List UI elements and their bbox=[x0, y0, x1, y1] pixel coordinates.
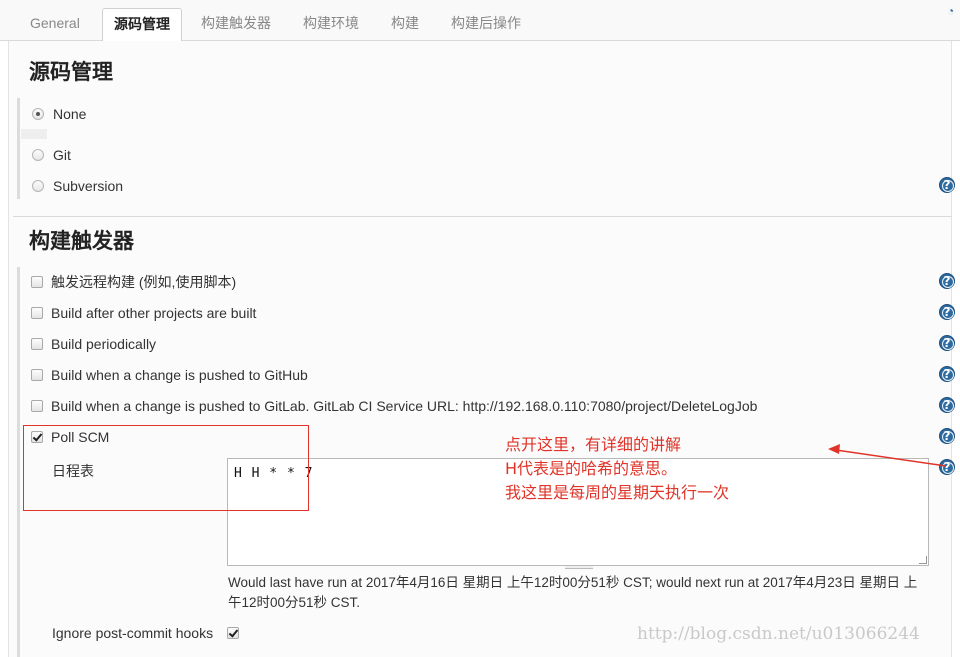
radio-none[interactable] bbox=[32, 108, 44, 120]
checkbox[interactable] bbox=[31, 400, 43, 412]
annotation-arrow bbox=[828, 444, 947, 467]
checkbox[interactable] bbox=[31, 369, 43, 381]
checkbox[interactable] bbox=[31, 276, 43, 288]
help-icon[interactable]: ? bbox=[939, 335, 955, 351]
schedule-run-info: Would last have run at 2017年4月16日 星期日 上午… bbox=[228, 575, 918, 610]
textarea-expand-handle[interactable] bbox=[565, 565, 593, 569]
trigger-github-push[interactable]: Build when a change is pushed to GitHub bbox=[31, 365, 308, 385]
ignore-post-commit-hooks[interactable]: Ignore post-commit hooks bbox=[52, 623, 247, 643]
section-divider bbox=[13, 216, 952, 217]
help-icon[interactable]: ? bbox=[939, 177, 955, 193]
help-icon[interactable]: ? bbox=[939, 397, 955, 413]
corner-icon: ◔ bbox=[947, 4, 955, 18]
tab-bar: General 源码管理 构建触发器 构建环境 构建 构建后操作 bbox=[0, 0, 960, 42]
annotation-highlight-box bbox=[23, 425, 309, 511]
scm-option-label: Subversion bbox=[53, 178, 124, 194]
build-triggers-title: 构建触发器 bbox=[29, 230, 134, 253]
help-icon[interactable]: ? bbox=[939, 273, 955, 289]
tab-build[interactable]: 构建 bbox=[380, 8, 430, 41]
radio-git[interactable] bbox=[32, 149, 44, 161]
trigger-label: Build after other projects are built bbox=[51, 305, 257, 321]
resize-handle[interactable] bbox=[919, 556, 927, 564]
annotation-line: H代表是的哈希的意思。 bbox=[505, 459, 678, 478]
checkbox[interactable] bbox=[31, 307, 43, 319]
annotation-line: 点开这里，有详细的讲解 bbox=[505, 435, 682, 454]
scm-option-label: None bbox=[53, 106, 87, 122]
scm-option-subversion[interactable]: Subversion bbox=[32, 176, 123, 196]
tab-build-environment[interactable]: 构建环境 bbox=[292, 8, 370, 41]
scm-option-separator bbox=[21, 129, 47, 139]
checkbox-checked[interactable] bbox=[227, 627, 240, 639]
help-icon[interactable]: ? bbox=[939, 366, 955, 382]
trigger-remote-build[interactable]: 触发远程构建 (例如,使用脚本) bbox=[31, 272, 236, 292]
triggers-left-bar bbox=[17, 267, 20, 657]
tab-build-triggers[interactable]: 构建触发器 bbox=[190, 8, 282, 41]
ignore-hooks-label: Ignore post-commit hooks bbox=[52, 625, 214, 641]
annotation-line: 我这里是每周的星期天执行一次 bbox=[505, 483, 730, 502]
scm-left-bar bbox=[17, 98, 20, 199]
tab-post-build-actions[interactable]: 构建后操作 bbox=[440, 8, 532, 41]
trigger-label: Build periodically bbox=[51, 336, 157, 352]
trigger-gitlab-push[interactable]: Build when a change is pushed to GitLab.… bbox=[31, 396, 757, 416]
tab-general[interactable]: General bbox=[19, 8, 91, 41]
trigger-label: 触发远程构建 (例如,使用脚本) bbox=[51, 274, 237, 290]
checkbox[interactable] bbox=[31, 338, 43, 350]
annotation-note: 点开这里，有详细的讲解 H代表是的哈希的意思。 我这里是每周的星期天执行一次 bbox=[505, 433, 729, 505]
radio-subversion[interactable] bbox=[32, 180, 44, 192]
scm-option-none[interactable]: None bbox=[32, 104, 86, 124]
scm-option-git[interactable]: Git bbox=[32, 145, 71, 165]
trigger-build-periodically[interactable]: Build periodically bbox=[31, 334, 156, 354]
help-icon[interactable]: ? bbox=[939, 304, 955, 320]
trigger-label: Build when a change is pushed to GitLab.… bbox=[51, 398, 758, 414]
scm-section-title: 源码管理 bbox=[29, 61, 113, 84]
tab-source-code-management[interactable]: 源码管理 bbox=[102, 8, 182, 42]
scm-option-label: Git bbox=[53, 147, 71, 163]
trigger-build-after-other-projects[interactable]: Build after other projects are built bbox=[31, 303, 256, 323]
watermark: http://blog.csdn.net/u013066244 bbox=[637, 624, 920, 644]
trigger-label: Build when a change is pushed to GitHub bbox=[51, 367, 308, 383]
